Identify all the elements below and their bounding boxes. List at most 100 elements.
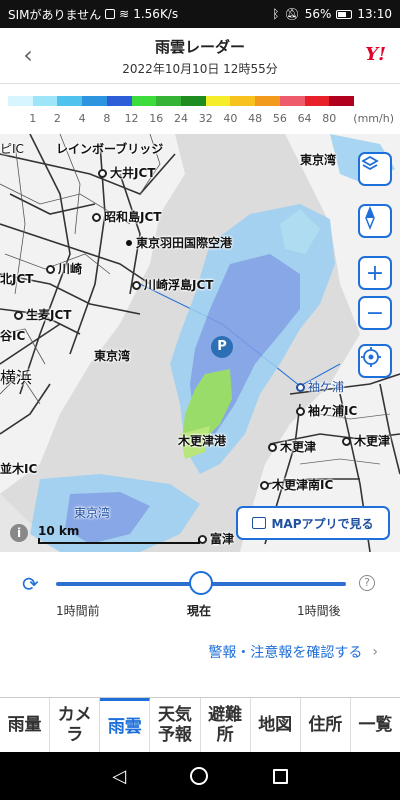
zoom-in-button[interactable]: + <box>358 256 392 290</box>
nav-item-address[interactable]: 住所 <box>301 698 351 752</box>
compass-button[interactable] <box>358 204 392 238</box>
map-label: 富津 <box>198 530 234 547</box>
system-nav-bar: ◁ <box>0 752 400 800</box>
legend-tick-label: 16 <box>149 112 164 125</box>
bell-off-icon: 🔕︎ <box>284 7 300 21</box>
legend-tick-label: 40 <box>223 112 238 125</box>
observation-datetime: 2022年10月10日 12時55分 <box>122 62 278 76</box>
legend-tick-label: 64 <box>297 112 312 125</box>
legend-tick-label: 12 <box>124 112 139 125</box>
legend-unit: (mm/h) <box>353 112 394 125</box>
map-label: レインボーブリッジ <box>56 142 164 156</box>
jct-marker-icon <box>132 281 141 290</box>
legend-swatch <box>329 96 355 106</box>
legend-tick-label: 80 <box>322 112 337 125</box>
legend-swatch <box>205 96 231 106</box>
compass-icon <box>365 206 375 230</box>
map-label: 横浜 <box>0 368 33 387</box>
nav-item-map[interactable]: 地図 <box>251 698 301 752</box>
rain-legend: 1 2 4 8 12 16 24 32 40 48 56 64 80 (mm/h) <box>0 84 400 134</box>
jct-marker-icon <box>46 265 55 274</box>
radar-map[interactable]: ピIC レインボーブリッジ 大井JCT 昭和島JCT 東京羽田国際空港 川崎 北… <box>0 134 400 552</box>
warning-link-label: 警報・注意報を確認する <box>208 645 363 661</box>
time-label-before: 1時間前 <box>56 604 100 618</box>
map-label: 川崎浮島JCT <box>132 276 213 293</box>
nav-item-rainfall[interactable]: 雨量 <box>0 698 51 752</box>
layers-button[interactable] <box>358 152 392 186</box>
parking-marker[interactable]: P <box>211 336 233 358</box>
recents-square-icon[interactable] <box>272 768 288 784</box>
map-label: 袖ケ浦IC <box>296 402 357 419</box>
app-header: ‹ 雨雲レーダー 2022年10月10日 12時55分 Y! <box>0 28 400 84</box>
legend-tick-label: 32 <box>198 112 213 125</box>
airport-marker-icon <box>126 240 132 246</box>
bluetooth-icon: ᛒ <box>272 7 280 21</box>
open-map-app-button[interactable]: MAPアプリで見る <box>236 506 390 540</box>
legend-tick-label: 4 <box>78 112 86 125</box>
network-speed: 1.56K/s <box>133 7 179 21</box>
legend-swatch <box>57 96 83 106</box>
nav-item-forecast[interactable]: 天気 予報 <box>150 698 201 752</box>
nav-item-camera[interactable]: カメラ <box>50 698 101 752</box>
map-label: 木更津南IC <box>260 476 333 493</box>
time-label-after: 1時間後 <box>297 604 341 618</box>
map-label: 木更津 <box>268 438 316 455</box>
legend-tick-label: 8 <box>103 112 111 125</box>
jct-marker-icon <box>14 311 23 320</box>
layers-icon <box>361 155 379 171</box>
map-label: 大井JCT <box>98 164 155 181</box>
map-label: 東京湾 <box>74 506 111 520</box>
ic-marker-icon <box>342 437 351 446</box>
carrier-text: SIMがありません <box>8 7 102 22</box>
refresh-icon[interactable]: ⟳ <box>22 572 39 596</box>
warning-link[interactable]: 警報・注意報を確認する › <box>208 642 378 662</box>
map-label: 袖ケ浦 <box>296 378 344 395</box>
nav-item-shelter[interactable]: 避難所 <box>201 698 251 752</box>
status-bar: SIMがありません ≋ 1.56K/s ᛒ 🔕︎ 56% 13:10 <box>0 0 400 28</box>
home-circle-icon[interactable] <box>190 767 209 785</box>
legend-swatch <box>8 96 33 106</box>
legend-swatch <box>156 96 182 106</box>
map-app-icon <box>252 517 267 529</box>
map-label: 東京湾 <box>94 349 131 363</box>
zoom-out-button[interactable]: − <box>358 296 392 330</box>
jct-marker-icon <box>98 169 107 178</box>
map-label: 川崎 <box>46 260 82 277</box>
map-label: 谷IC <box>0 329 26 343</box>
map-label: 並木IC <box>0 462 38 476</box>
time-slider-panel: ⟳ ? 1時間前 現在 1時間後 警報・注意報を確認する › <box>0 552 400 697</box>
help-icon[interactable]: ? <box>359 575 375 591</box>
map-label: ピIC <box>0 142 24 156</box>
map-label: 東京羽田国際空港 <box>126 234 232 251</box>
ic-marker-icon <box>296 407 305 416</box>
legend-tick-label: 48 <box>248 112 263 125</box>
legend-tick-label: 1 <box>29 112 37 125</box>
back-triangle-icon[interactable]: ◁ <box>112 766 126 787</box>
info-icon[interactable]: i <box>10 524 28 542</box>
nav-item-rain-cloud[interactable]: 雨雲 <box>100 698 151 752</box>
jct-marker-icon <box>92 213 101 222</box>
yahoo-logo[interactable]: Y! <box>365 44 386 65</box>
legend-swatch <box>131 96 157 106</box>
legend-tick-label: 56 <box>272 112 287 125</box>
map-label: 北JCT <box>0 272 34 286</box>
map-label: 昭和島JCT <box>92 208 161 225</box>
locate-button[interactable] <box>358 344 392 378</box>
page-title: 雨雲レーダー <box>154 38 245 56</box>
open-map-app-label: MAPアプリで見る <box>271 516 374 531</box>
scale-bar <box>38 538 200 544</box>
wifi-icon: ≋ <box>119 7 130 21</box>
station-marker-icon <box>268 443 277 452</box>
bottom-nav: 雨量 カメラ 雨雲 天気 予報 避難所 地図 住所 一覧 <box>0 697 400 752</box>
legend-swatch <box>32 96 58 106</box>
legend-labels: 1 2 4 8 12 16 24 32 40 48 56 64 80 <box>8 112 354 126</box>
legend-swatch <box>304 96 330 106</box>
time-slider-knob[interactable] <box>189 571 213 595</box>
clock: 13:10 <box>357 7 392 21</box>
legend-swatch <box>230 96 256 106</box>
map-label: 生麦JCT <box>14 306 71 323</box>
legend-swatch <box>181 96 206 106</box>
map-label: 木更津 <box>342 432 390 449</box>
nav-item-list[interactable]: 一覧 <box>351 698 400 752</box>
legend-color-bar <box>8 96 355 106</box>
